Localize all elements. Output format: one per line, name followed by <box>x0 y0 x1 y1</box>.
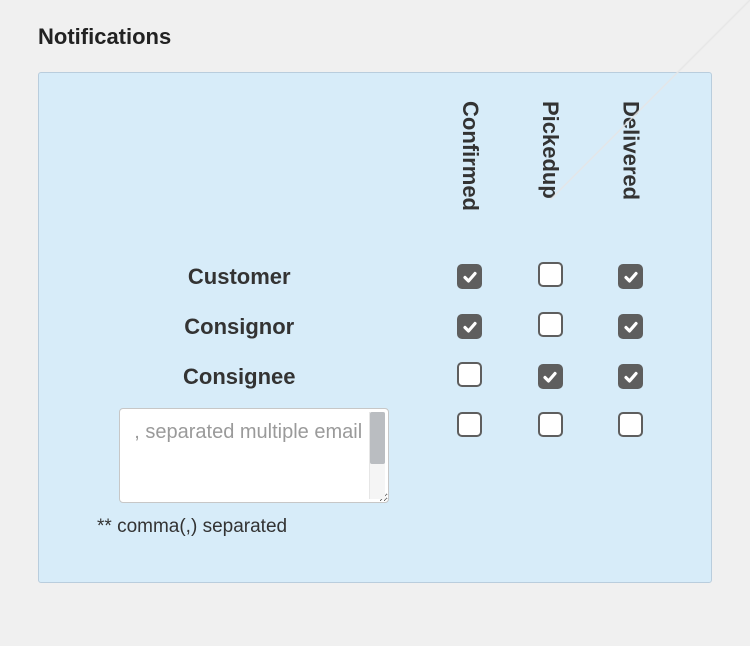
email-addresses-input[interactable] <box>119 408 389 503</box>
column-header-pickedup: Pickedup <box>510 101 590 252</box>
checkbox-consignee-delivered[interactable] <box>618 364 643 389</box>
row-label: Consignee <box>183 364 295 389</box>
checkbox-customer-pickedup[interactable] <box>538 262 563 287</box>
section-title: Notifications <box>38 24 712 50</box>
checkbox-email-confirmed[interactable] <box>457 412 482 437</box>
checkbox-consignor-delivered[interactable] <box>618 314 643 339</box>
checkbox-consignee-confirmed[interactable] <box>457 362 482 387</box>
row-label: Consignor <box>184 314 294 339</box>
checkbox-email-delivered[interactable] <box>618 412 643 437</box>
row-label: Customer <box>188 264 291 289</box>
scrollbar-thumb[interactable] <box>370 412 385 464</box>
column-header-label: Delivered <box>620 101 642 200</box>
table-row-customer: Customer <box>79 252 671 302</box>
scrollbar-track[interactable] <box>369 412 385 499</box>
notifications-table: Confirmed Pickedup Delivered Customer <box>79 101 671 548</box>
checkbox-customer-delivered[interactable] <box>618 264 643 289</box>
table-row-consignee: Consignee <box>79 352 671 402</box>
table-row-email: ** comma(,) separated <box>79 402 671 548</box>
table-row-consignor: Consignor <box>79 302 671 352</box>
checkbox-consignor-pickedup[interactable] <box>538 312 563 337</box>
checkbox-customer-confirmed[interactable] <box>457 264 482 289</box>
checkbox-consignor-confirmed[interactable] <box>457 314 482 339</box>
checkbox-email-pickedup[interactable] <box>538 412 563 437</box>
column-header-label: Confirmed <box>459 101 481 211</box>
notifications-panel: Confirmed Pickedup Delivered Customer <box>38 72 712 583</box>
column-header-delivered: Delivered <box>590 101 671 252</box>
checkbox-consignee-pickedup[interactable] <box>538 364 563 389</box>
email-hint: ** comma(,) separated <box>79 516 430 538</box>
column-header-confirmed: Confirmed <box>430 101 510 252</box>
column-header-label: Pickedup <box>539 101 561 199</box>
